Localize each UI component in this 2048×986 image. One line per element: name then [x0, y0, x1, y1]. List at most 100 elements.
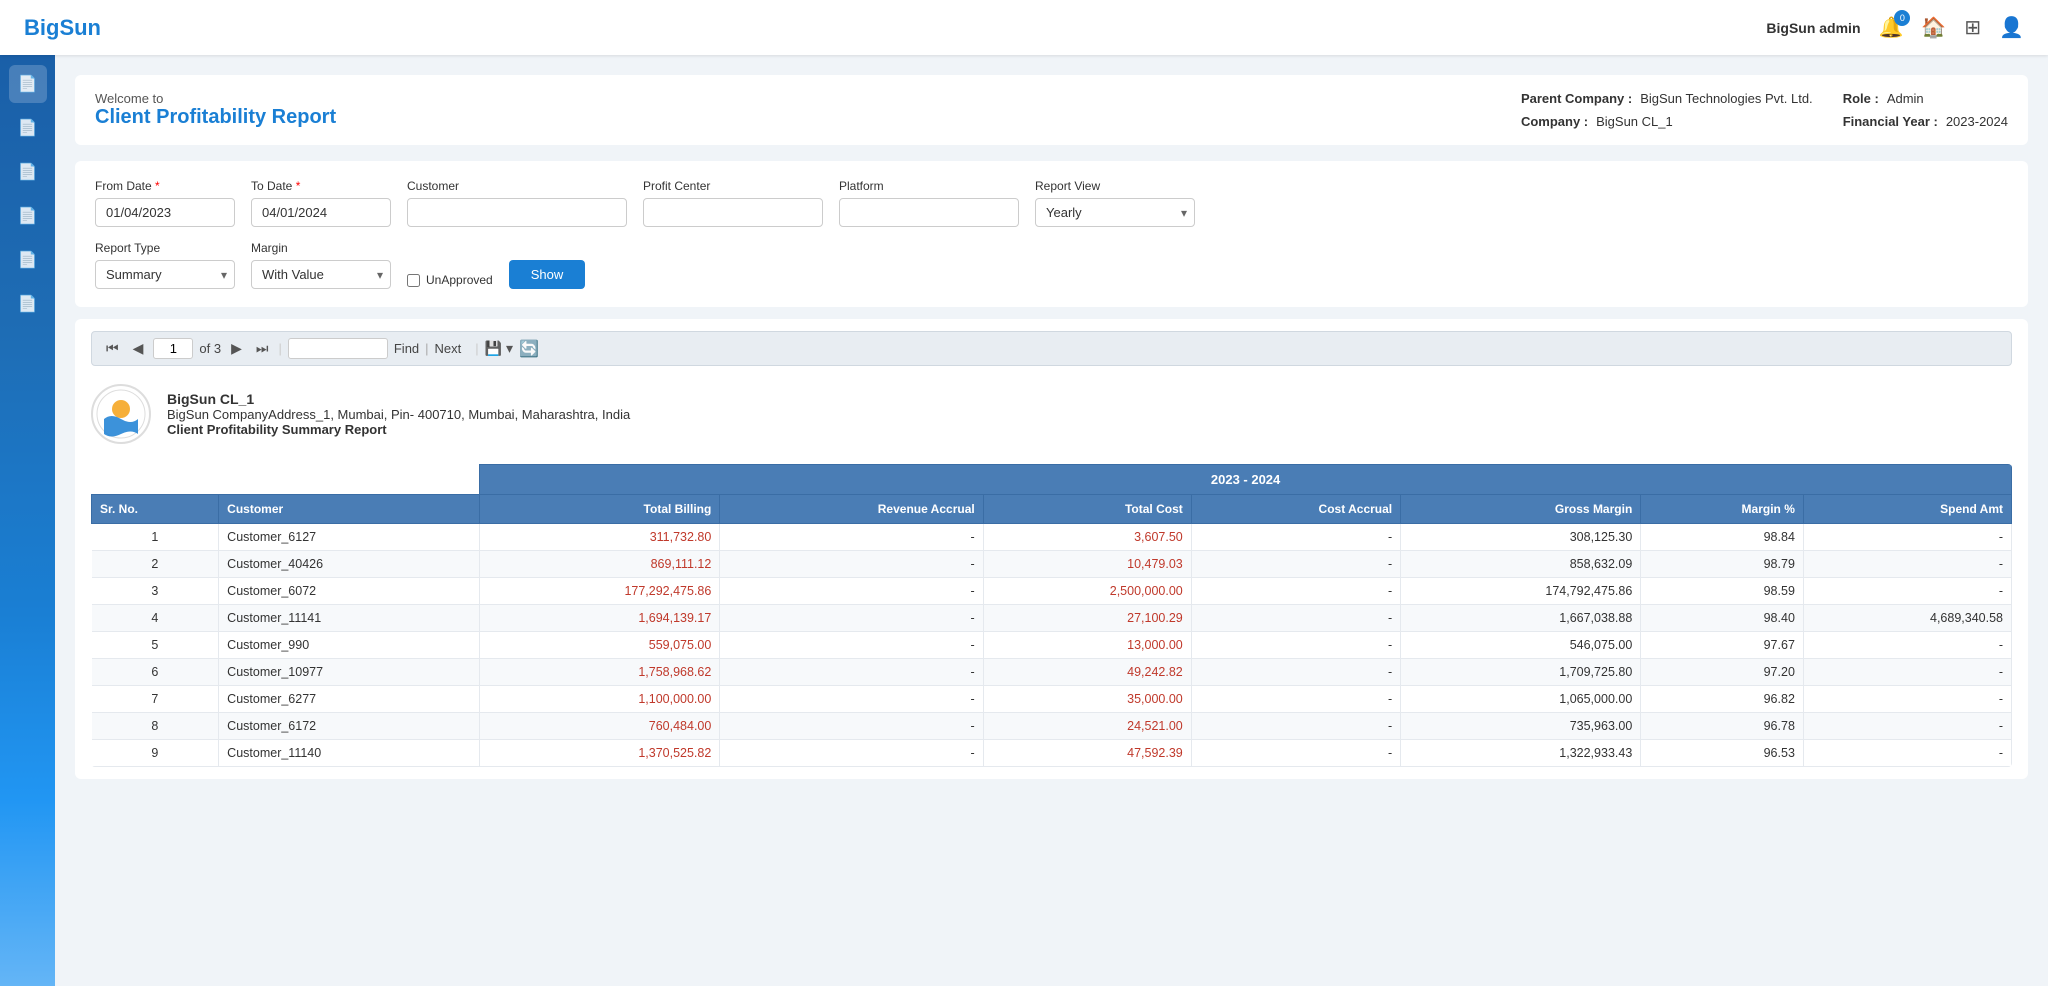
- cell-sr: 7: [92, 686, 219, 713]
- page-number-input[interactable]: [153, 338, 193, 359]
- role-label: Role :: [1843, 91, 1879, 106]
- unapproved-checkbox[interactable]: [407, 274, 420, 287]
- cell-cost-accrual: -: [1191, 713, 1400, 740]
- next-page-button[interactable]: ▶: [227, 338, 246, 359]
- meta-group-role: Role : Admin Financial Year : 2023-2024: [1843, 91, 2008, 129]
- col-cost-accrual: Cost Accrual: [1191, 495, 1400, 524]
- cell-total-billing: 311,732.80: [480, 524, 720, 551]
- cell-cost-accrual: -: [1191, 632, 1400, 659]
- cell-revenue-accrual: -: [720, 551, 983, 578]
- column-header-row: Sr. No. Customer Total Billing Revenue A…: [92, 495, 2012, 524]
- divider-1: |: [278, 341, 281, 356]
- notification-bell[interactable]: 🔔 0: [1879, 15, 1904, 40]
- financial-year-label: Financial Year :: [1843, 114, 1938, 129]
- report-type-select[interactable]: Summary Detailed: [95, 260, 235, 289]
- customer-group: Customer: [407, 179, 627, 227]
- home-icon[interactable]: 🏠: [1921, 15, 1946, 40]
- user-icon[interactable]: 👤: [1999, 15, 2024, 40]
- table-row: 6 Customer_10977 1,758,968.62 - 49,242.8…: [92, 659, 2012, 686]
- cell-cost-accrual: -: [1191, 605, 1400, 632]
- cell-margin-pct: 96.78: [1641, 713, 1804, 740]
- report-view-select[interactable]: Yearly Monthly Quarterly: [1035, 198, 1195, 227]
- sidebar-item-2[interactable]: 📄: [9, 109, 47, 147]
- table-row: 3 Customer_6072 177,292,475.86 - 2,500,0…: [92, 578, 2012, 605]
- data-table: 2023 - 2024 Sr. No. Customer Total Billi…: [91, 464, 2012, 767]
- to-date-input[interactable]: [251, 198, 391, 227]
- cell-revenue-accrual: -: [720, 524, 983, 551]
- year-header-row: 2023 - 2024: [92, 465, 2012, 495]
- profit-center-group: Profit Center: [643, 179, 823, 227]
- year-header-empty: [92, 465, 480, 495]
- welcome-text: Welcome to: [95, 91, 336, 106]
- filter-row-2: Report Type Summary Detailed Margin With…: [95, 241, 2008, 289]
- cell-total-cost: 13,000.00: [983, 632, 1191, 659]
- show-button[interactable]: Show: [509, 260, 586, 289]
- sidebar-item-6[interactable]: 📄: [9, 285, 47, 323]
- filter-row-1: From Date * To Date * Customer Profit Ce…: [95, 179, 2008, 227]
- margin-select-wrapper: With Value Without Value: [251, 260, 391, 289]
- to-date-label: To Date *: [251, 179, 391, 193]
- profit-center-label: Profit Center: [643, 179, 823, 193]
- margin-group: Margin With Value Without Value: [251, 241, 391, 289]
- platform-input[interactable]: [839, 198, 1019, 227]
- cell-margin-pct: 98.59: [1641, 578, 1804, 605]
- cell-revenue-accrual: -: [720, 659, 983, 686]
- cell-customer: Customer_10977: [219, 659, 480, 686]
- report-type-group: Report Type Summary Detailed: [95, 241, 235, 289]
- cell-total-cost: 49,242.82: [983, 659, 1191, 686]
- last-page-button[interactable]: ⏭: [252, 338, 273, 359]
- cell-spend-amt: -: [1803, 578, 2011, 605]
- customer-input[interactable]: [407, 198, 627, 227]
- find-input[interactable]: [288, 338, 388, 359]
- cell-total-cost: 2,500,000.00: [983, 578, 1191, 605]
- sidebar-item-4[interactable]: 📄: [9, 197, 47, 235]
- from-date-input[interactable]: [95, 198, 235, 227]
- margin-select[interactable]: With Value Without Value: [251, 260, 391, 289]
- cell-total-billing: 869,111.12: [480, 551, 720, 578]
- cell-sr: 8: [92, 713, 219, 740]
- table-row: 5 Customer_990 559,075.00 - 13,000.00 - …: [92, 632, 2012, 659]
- meta-group-company: Parent Company : BigSun Technologies Pvt…: [1521, 91, 1813, 129]
- sidebar-item-3[interactable]: 📄: [9, 153, 47, 191]
- cell-total-cost: 10,479.03: [983, 551, 1191, 578]
- cell-cost-accrual: -: [1191, 659, 1400, 686]
- cell-total-billing: 559,075.00: [480, 632, 720, 659]
- cell-total-cost: 3,607.50: [983, 524, 1191, 551]
- cell-margin-pct: 98.79: [1641, 551, 1804, 578]
- grid-icon[interactable]: ⊞: [1964, 15, 1981, 40]
- sidebar-item-1[interactable]: 📄: [9, 65, 47, 103]
- cell-customer: Customer_6127: [219, 524, 480, 551]
- filters-card: From Date * To Date * Customer Profit Ce…: [75, 161, 2028, 307]
- pagination-bar: ⏮ ◀ of 3 ▶ ⏭ | Find | Next | 💾 ▾ 🔄: [91, 331, 2012, 366]
- unapproved-group: UnApproved: [407, 273, 493, 289]
- nav-right: BigSun admin 🔔 0 🏠 ⊞ 👤: [1766, 15, 2024, 40]
- year-header-label: 2023 - 2024: [480, 465, 2012, 495]
- cell-total-billing: 1,100,000.00: [480, 686, 720, 713]
- export-button[interactable]: 💾 ▾: [485, 340, 513, 357]
- cell-gross-margin: 1,709,725.80: [1401, 659, 1641, 686]
- cell-customer: Customer_40426: [219, 551, 480, 578]
- cell-margin-pct: 98.84: [1641, 524, 1804, 551]
- meta-financial-year: Financial Year : 2023-2024: [1843, 114, 2008, 129]
- cell-cost-accrual: -: [1191, 524, 1400, 551]
- cell-sr: 2: [92, 551, 219, 578]
- report-view-label: Report View: [1035, 179, 1195, 193]
- meta-role: Role : Admin: [1843, 91, 2008, 106]
- col-margin-pct: Margin %: [1641, 495, 1804, 524]
- profit-center-input[interactable]: [643, 198, 823, 227]
- meta-company: Company : BigSun CL_1: [1521, 114, 1813, 129]
- notification-badge: 0: [1894, 10, 1910, 26]
- cell-sr: 9: [92, 740, 219, 767]
- report-view-select-wrapper: Yearly Monthly Quarterly: [1035, 198, 1195, 227]
- table-row: 9 Customer_11140 1,370,525.82 - 47,592.3…: [92, 740, 2012, 767]
- platform-label: Platform: [839, 179, 1019, 193]
- prev-page-button[interactable]: ◀: [129, 338, 148, 359]
- sidebar-item-5[interactable]: 📄: [9, 241, 47, 279]
- cell-margin-pct: 97.67: [1641, 632, 1804, 659]
- first-page-button[interactable]: ⏮: [102, 338, 123, 359]
- refresh-button[interactable]: 🔄: [519, 339, 539, 359]
- col-total-billing: Total Billing: [480, 495, 720, 524]
- cell-total-billing: 760,484.00: [480, 713, 720, 740]
- unapproved-checkbox-group: UnApproved: [407, 273, 493, 287]
- platform-group: Platform: [839, 179, 1019, 227]
